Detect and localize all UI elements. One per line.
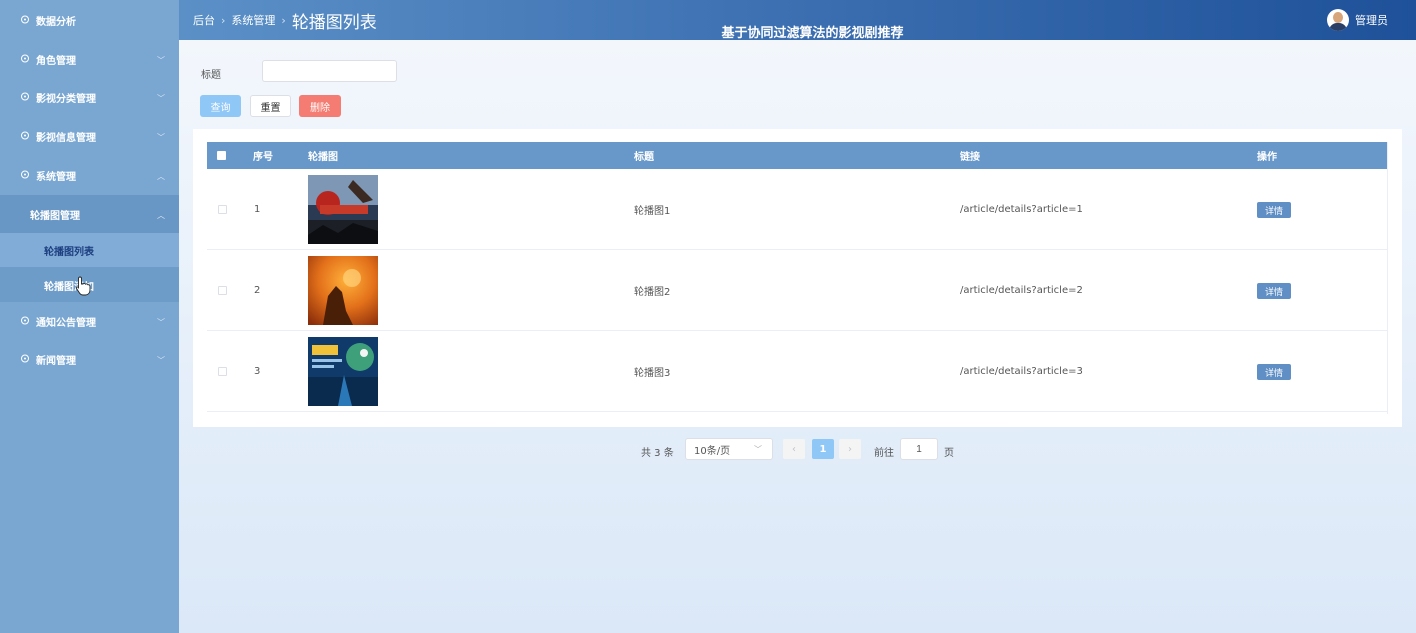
table-panel: 序号 轮播图 标题 链接 操作 1 轮播图1 /article/details?… [193, 129, 1402, 427]
user-name: 管理员 [1355, 14, 1388, 27]
sidebar-item-label: 角色管理 [36, 55, 76, 67]
row-link: /article/details?article=3 [960, 365, 1083, 377]
table-header: 序号 轮播图 标题 链接 操作 [207, 142, 1388, 169]
table-row: 3 轮播图3 /article/details?article=3 详情 [207, 331, 1388, 412]
location-pin-icon [21, 54, 29, 63]
delete-button[interactable]: 删除 [299, 95, 341, 117]
reset-button[interactable]: 重置 [250, 95, 291, 117]
location-pin-icon [21, 170, 29, 179]
prev-page-button[interactable]: ‹ [783, 439, 805, 459]
chevron-down-icon: ﹀ [157, 356, 165, 365]
sidebar-subitem-label: 轮播图列表 [44, 246, 94, 258]
row-link: /article/details?article=1 [960, 203, 1083, 215]
carousel-thumbnail [308, 175, 378, 244]
next-page-button[interactable]: › [839, 439, 861, 459]
search-title-label: 标题 [201, 70, 221, 81]
sidebar-item-notice[interactable]: 通知公告管理 ﹀ [0, 302, 179, 340]
system-title: 基于协同过滤算法的影视剧推荐 [721, 26, 904, 41]
row-checkbox[interactable] [218, 367, 227, 376]
search-title-input[interactable] [262, 60, 397, 82]
row-index: 2 [254, 284, 261, 296]
column-header-link: 链接 [960, 152, 980, 163]
sidebar-item-label: 数据分析 [36, 16, 76, 28]
carousel-thumbnail [308, 337, 378, 406]
detail-button[interactable]: 详情 [1257, 364, 1291, 380]
chevron-right-icon: › [848, 443, 852, 455]
row-title: 轮播图1 [634, 205, 671, 217]
main-content: 标题 查询 重置 删除 序号 轮播图 标题 链接 操作 1 轮播图1 /arti… [179, 40, 1416, 633]
chevron-down-icon: ﹀ [754, 445, 762, 454]
row-title: 轮播图2 [634, 286, 671, 298]
sidebar-item-category[interactable]: 影视分类管理 ﹀ [0, 78, 179, 116]
page-size-select[interactable]: 10条/页 ﹀ [685, 438, 773, 460]
sidebar: 数据分析 角色管理 ﹀ 影视分类管理 ﹀ 影视信息管理 ﹀ 系统管理 ︿ 轮播图… [0, 0, 179, 633]
column-header-index: 序号 [253, 152, 273, 163]
location-pin-icon [21, 92, 29, 101]
chevron-down-icon: ﹀ [157, 318, 165, 327]
chevron-down-icon: ﹀ [157, 133, 165, 142]
sidebar-item-data-analysis[interactable]: 数据分析 [0, 1, 179, 39]
location-pin-icon [21, 354, 29, 363]
row-checkbox[interactable] [218, 205, 227, 214]
sidebar-item-label: 影视信息管理 [36, 132, 96, 144]
hand-cursor-icon [75, 276, 91, 296]
carousel-thumbnail [308, 256, 378, 325]
sidebar-subitem-carousel-list[interactable]: 轮播图列表 [0, 233, 179, 267]
table-row: 1 轮播图1 /article/details?article=1 详情 [207, 169, 1388, 250]
row-checkbox[interactable] [218, 286, 227, 295]
sidebar-item-role[interactable]: 角色管理 ﹀ [0, 40, 179, 78]
sidebar-item-label: 轮播图管理 [30, 210, 80, 222]
pagination-total: 共 3 条 [641, 448, 674, 459]
chevron-up-icon: ︿ [157, 172, 165, 181]
table-row: 2 轮播图2 /article/details?article=2 详情 [207, 250, 1388, 331]
select-all-checkbox[interactable] [217, 151, 226, 160]
query-button[interactable]: 查询 [200, 95, 241, 117]
sidebar-item-carousel[interactable]: 轮播图管理 ︿ [0, 195, 179, 233]
goto-page-input[interactable] [900, 438, 938, 460]
sidebar-item-news[interactable]: 新闻管理 ﹀ [0, 340, 179, 378]
avatar [1327, 9, 1349, 31]
row-index: 1 [254, 203, 261, 215]
column-header-action: 操作 [1257, 152, 1277, 163]
column-header-title: 标题 [634, 152, 654, 163]
page-number-button[interactable]: 1 [812, 439, 834, 459]
detail-button[interactable]: 详情 [1257, 283, 1291, 299]
sidebar-item-label: 影视分类管理 [36, 93, 96, 105]
column-header-image: 轮播图 [308, 152, 338, 163]
chevron-up-icon: ︿ [157, 211, 165, 220]
chevron-down-icon: ﹀ [157, 94, 165, 103]
sidebar-item-movie-info[interactable]: 影视信息管理 ﹀ [0, 117, 179, 155]
table-border [1387, 142, 1388, 414]
page-size-value: 10条/页 [694, 445, 731, 457]
location-pin-icon [21, 15, 29, 24]
location-pin-icon [21, 131, 29, 140]
top-header: 后台 › 系统管理 › 轮播图列表 基于协同过滤算法的影视剧推荐 管理员 [179, 0, 1416, 41]
sidebar-item-label: 系统管理 [36, 171, 76, 183]
sidebar-item-system[interactable]: 系统管理 ︿ [0, 156, 179, 194]
sidebar-item-label: 新闻管理 [36, 355, 76, 367]
sidebar-item-label: 通知公告管理 [36, 317, 96, 329]
row-link: /article/details?article=2 [960, 284, 1083, 296]
row-title: 轮播图3 [634, 367, 671, 379]
chevron-left-icon: ‹ [792, 443, 796, 455]
detail-button[interactable]: 详情 [1257, 202, 1291, 218]
chevron-down-icon: ﹀ [157, 56, 165, 65]
page-suffix-label: 页 [944, 448, 954, 459]
goto-label: 前往 [874, 448, 894, 459]
row-index: 3 [254, 365, 261, 377]
user-menu[interactable]: 管理员 [1327, 9, 1388, 31]
location-pin-icon [21, 316, 29, 325]
